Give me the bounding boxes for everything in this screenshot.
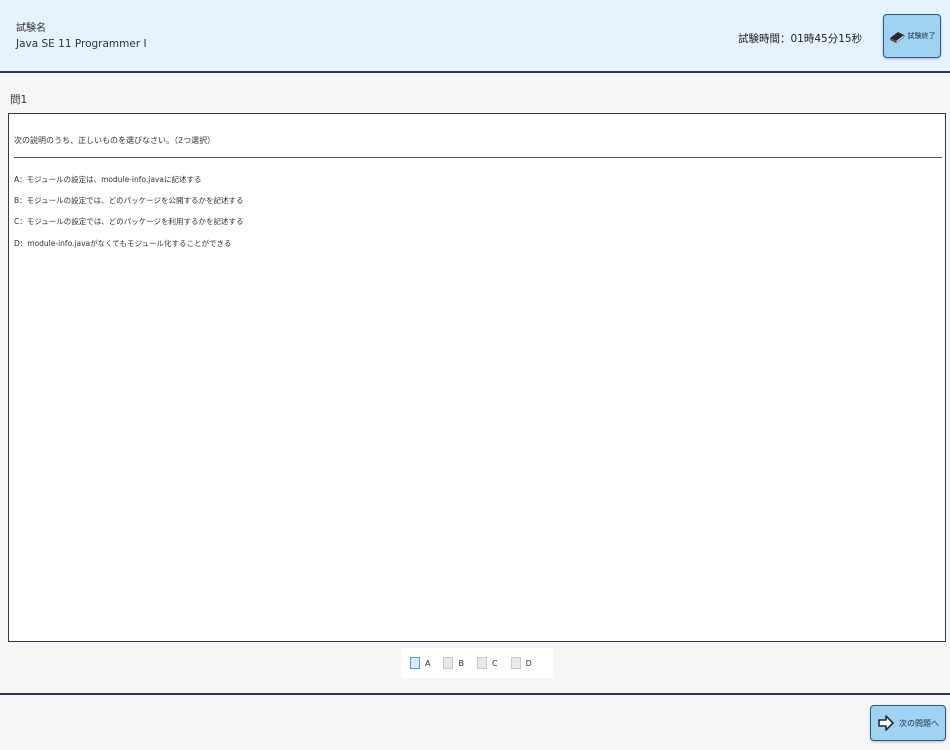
answer-checkbox-c[interactable]: C (476, 657, 498, 669)
checkbox-box[interactable] (410, 657, 420, 669)
end-exam-label: 試験終了 (907, 32, 936, 40)
exam-timer: 試験時間：01時45分15秒 (738, 33, 863, 45)
question-number: 問1 (10, 94, 28, 106)
exam-title: Java SE 11 Programmer Ⅰ (16, 38, 147, 50)
question-panel: 次の説明のうち、正しいものを選びなさい。（2つ選択） A：モジュールの設定は、m… (8, 113, 946, 642)
answer-checkbox-a[interactable]: A (410, 657, 430, 669)
option-a-text: A：モジュールの設定は、module-info.javaに記述する (14, 175, 202, 184)
book-icon (889, 32, 904, 43)
answer-checkbox-d[interactable]: D (510, 657, 532, 669)
answer-selection-bar: A B C D (401, 648, 553, 678)
arrow-right-icon (878, 715, 894, 731)
checkbox-label: B (458, 658, 464, 668)
footer-divider (0, 693, 950, 695)
checkbox-box[interactable] (510, 657, 521, 669)
option-b-text: B：モジュールの設定では、どのパッケージを公開するかを記述する (14, 196, 244, 205)
option-d-text: D：module-info.javaがなくてもモジュール化することができる (14, 239, 232, 248)
answer-checkbox-b[interactable]: B (443, 657, 464, 669)
checkbox-label: D (525, 658, 532, 668)
checkbox-label: C (491, 658, 498, 668)
option-c-text: C：モジュールの設定では、どのパッケージを利用するかを記述する (14, 217, 244, 226)
checkbox-label: A (425, 658, 431, 668)
question-instruction: 次の説明のうち、正しいものを選びなさい。（2つ選択） (14, 136, 216, 145)
next-question-label: 次の問題へ (899, 718, 939, 728)
end-exam-button[interactable]: 試験終了 (883, 14, 941, 58)
checkbox-box[interactable] (443, 657, 454, 669)
exam-header: 試験名 Java SE 11 Programmer Ⅰ 試験時間：01時45分1… (0, 0, 950, 73)
checkbox-box[interactable] (476, 657, 487, 669)
question-divider (14, 157, 942, 158)
exam-name-label: 試験名 (16, 23, 46, 34)
next-question-button[interactable]: 次の問題へ (870, 705, 946, 741)
